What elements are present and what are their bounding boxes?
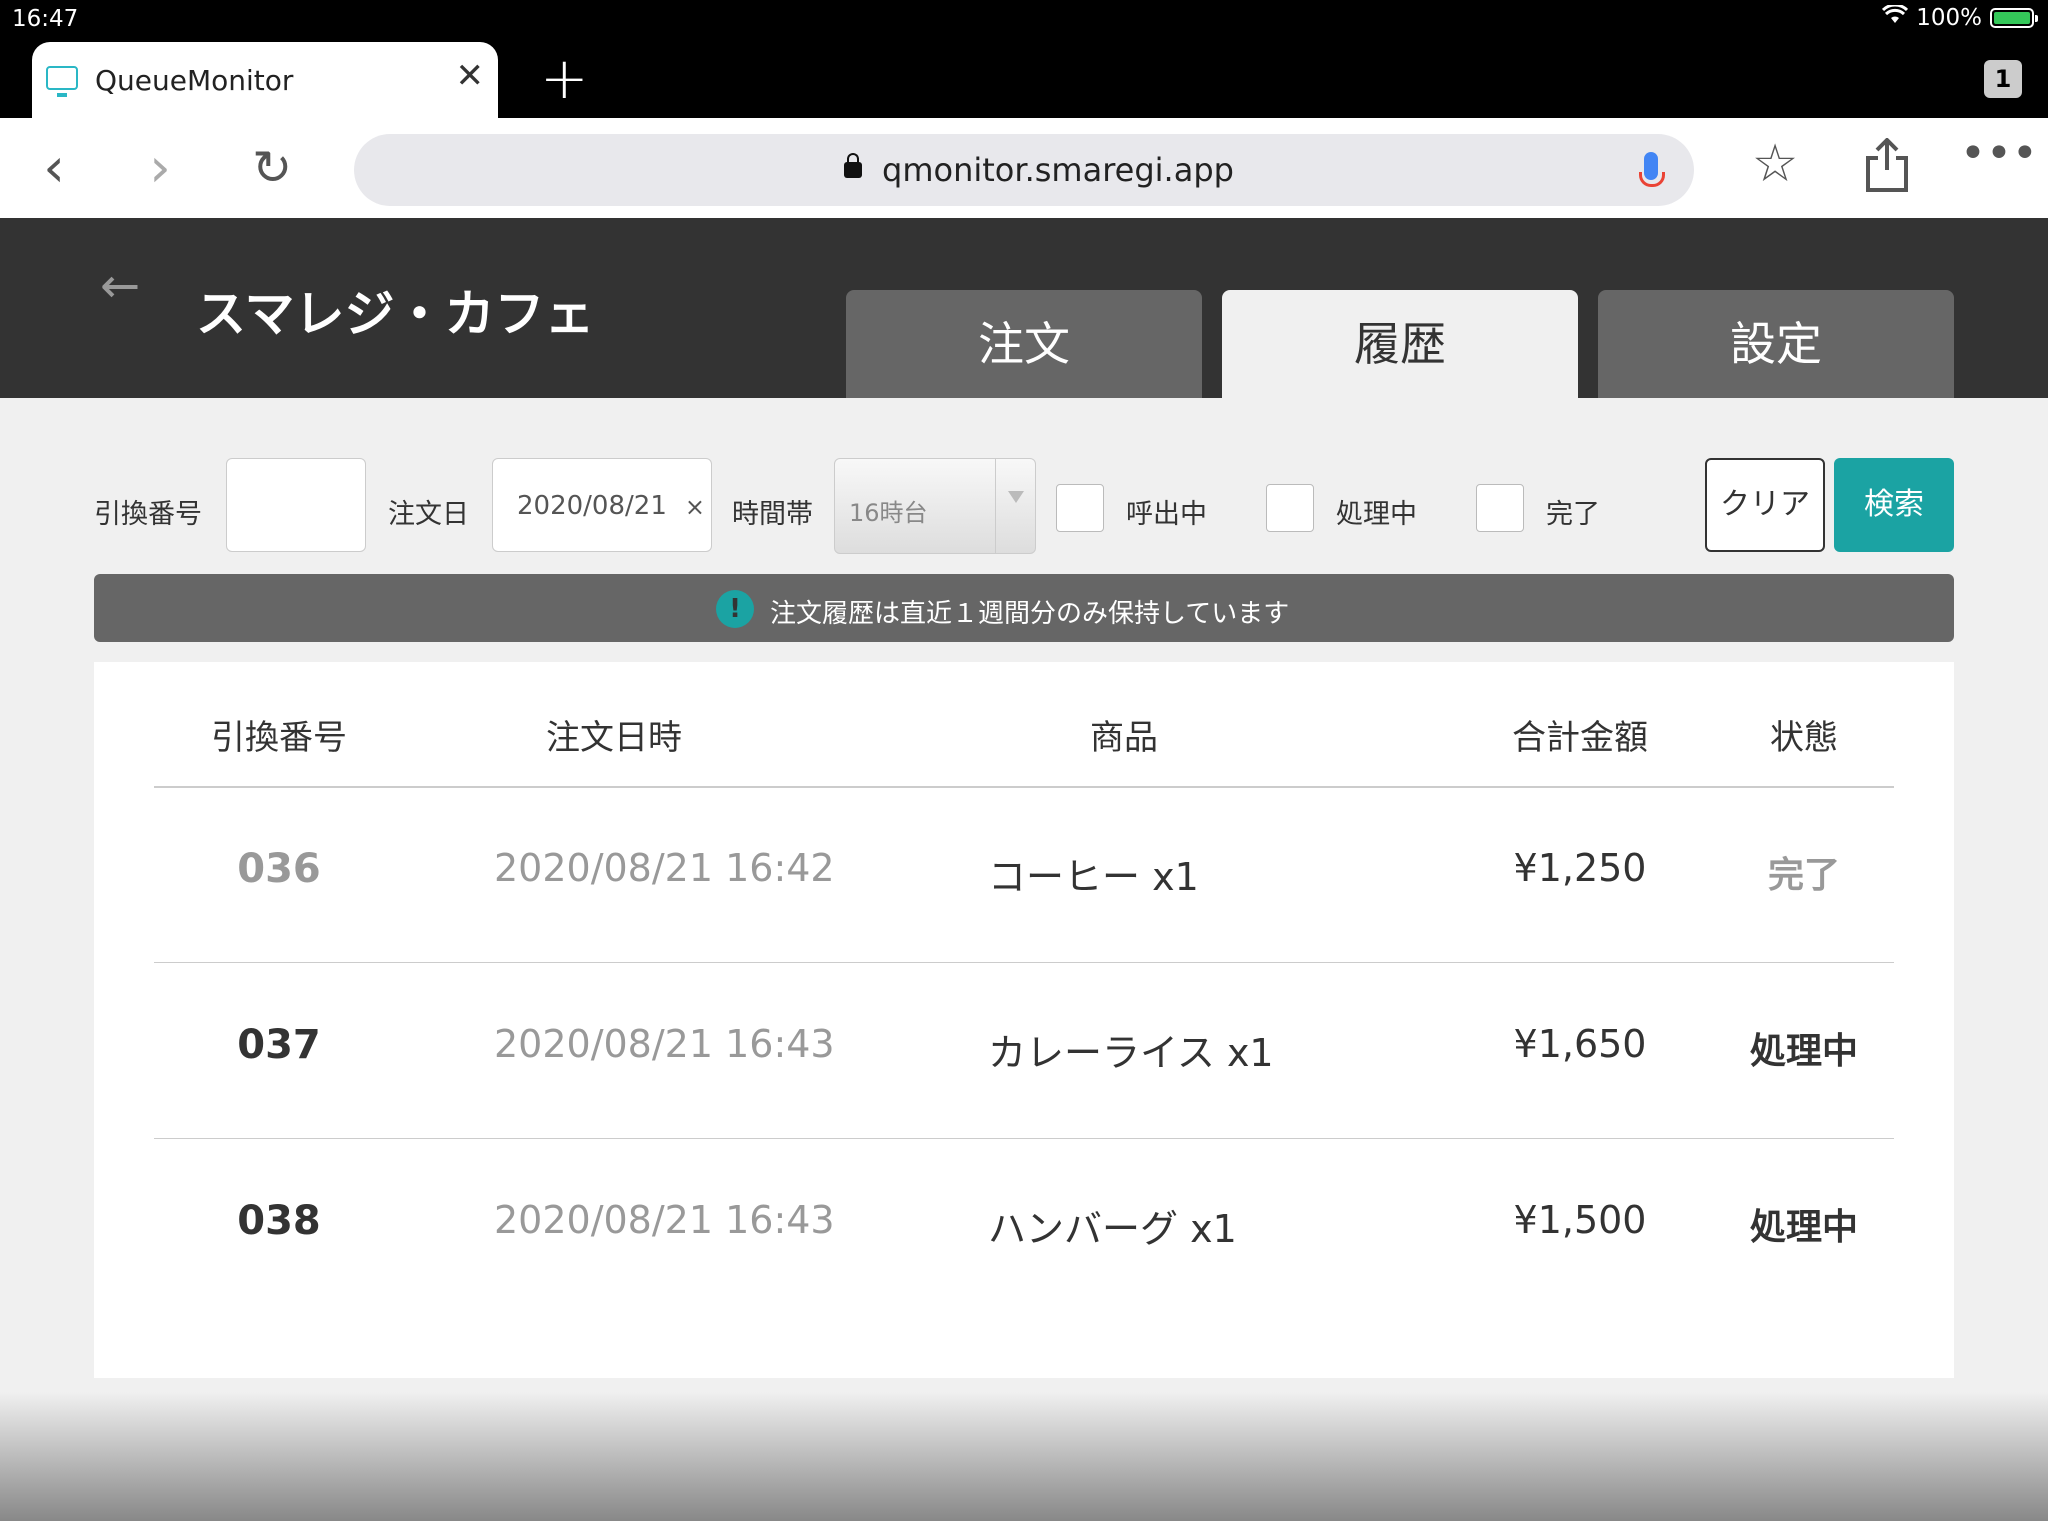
row-status: 完了 bbox=[1767, 855, 1840, 896]
header-total: 合計金額 bbox=[1512, 718, 1648, 758]
retention-notice: ! 注文履歴は直近１週間分のみ保持しています bbox=[94, 574, 1954, 642]
time-slot-label: 時間帯 bbox=[732, 499, 813, 530]
exchange-number-input[interactable] bbox=[226, 458, 366, 552]
microphone-icon[interactable] bbox=[1639, 152, 1665, 187]
order-date-input[interactable]: 2020/08/21 × bbox=[492, 458, 712, 552]
order-date-label: 注文日 bbox=[388, 499, 469, 530]
tab-title: QueueMonitor bbox=[95, 64, 294, 97]
share-icon[interactable] bbox=[1852, 137, 1922, 205]
tab-settings[interactable]: 設定 bbox=[1598, 290, 1954, 398]
browser-tab[interactable]: QueueMonitor ✕ bbox=[32, 42, 498, 118]
completed-checkbox[interactable] bbox=[1476, 484, 1524, 532]
row-total: ¥1,250 bbox=[1513, 846, 1647, 890]
tab-history[interactable]: 履歴 bbox=[1222, 290, 1578, 398]
monitor-icon bbox=[46, 66, 78, 97]
notice-message: 注文履歴は直近１週間分のみ保持しています bbox=[770, 599, 1290, 629]
time-slot-select[interactable]: 16時台 bbox=[834, 458, 1036, 554]
clear-date-icon[interactable]: × bbox=[685, 493, 705, 521]
header-exchange-number: 引換番号 bbox=[211, 718, 347, 758]
forward-icon[interactable]: › bbox=[130, 136, 190, 199]
header-status: 状態 bbox=[1770, 718, 1838, 758]
table-row[interactable]: 037 2020/08/21 16:43 カレーライス x1 ¥1,650 処理… bbox=[154, 962, 1894, 1139]
header-order-datetime: 注文日時 bbox=[546, 718, 682, 758]
status-time: 16:47 bbox=[12, 6, 79, 32]
row-item: ハンバーグ x1 bbox=[988, 1207, 1237, 1251]
processing-label: 処理中 bbox=[1336, 499, 1417, 530]
calling-label: 呼出中 bbox=[1126, 499, 1207, 530]
tab-orders[interactable]: 注文 bbox=[846, 290, 1202, 398]
row-exchange-number: 037 bbox=[237, 1022, 321, 1068]
more-menu-icon[interactable]: ••• bbox=[1960, 128, 2038, 179]
new-tab-icon[interactable]: + bbox=[540, 44, 589, 112]
app-header: ← スマレジ・カフェ 注文 履歴 設定 bbox=[0, 218, 2048, 398]
table-row[interactable]: 038 2020/08/21 16:43 ハンバーグ x1 ¥1,500 処理中 bbox=[154, 1138, 1894, 1314]
browser-toolbar: ‹ › ↻ qmonitor.smaregi.app ☆ ••• bbox=[0, 118, 2048, 219]
row-total: ¥1,650 bbox=[1513, 1022, 1647, 1066]
reload-icon[interactable]: ↻ bbox=[242, 140, 302, 196]
header-item: 商品 bbox=[1090, 718, 1158, 758]
shop-name: スマレジ・カフェ bbox=[196, 285, 595, 343]
row-exchange-number: 038 bbox=[237, 1198, 321, 1244]
back-arrow-icon[interactable]: ← bbox=[100, 258, 140, 314]
browser-tab-strip: QueueMonitor ✕ + 1 bbox=[0, 42, 2048, 118]
lock-icon bbox=[844, 153, 862, 178]
row-total: ¥1,500 bbox=[1513, 1198, 1647, 1242]
filter-bar: 引換番号 注文日 2020/08/21 × 時間帯 16時台 呼出中 処理中 完… bbox=[94, 458, 1954, 554]
battery-icon bbox=[1990, 8, 2038, 28]
row-order-datetime: 2020/08/21 16:43 bbox=[494, 1198, 835, 1242]
battery-percent: 100% bbox=[1916, 5, 1982, 31]
back-icon[interactable]: ‹ bbox=[24, 136, 84, 199]
search-button[interactable]: 検索 bbox=[1834, 458, 1954, 552]
table-header: 引換番号 注文日時 商品 合計金額 状態 bbox=[154, 662, 1894, 788]
url-text: qmonitor.smaregi.app bbox=[882, 151, 1234, 189]
calling-checkbox[interactable] bbox=[1056, 484, 1104, 532]
row-exchange-number: 036 bbox=[237, 846, 321, 892]
history-table: 引換番号 注文日時 商品 合計金額 状態 036 2020/08/21 16:4… bbox=[94, 662, 1954, 1378]
row-status: 処理中 bbox=[1749, 1031, 1858, 1072]
status-right: 100% bbox=[1882, 3, 2038, 31]
close-tab-icon[interactable]: ✕ bbox=[456, 56, 485, 96]
row-item: カレーライス x1 bbox=[988, 1031, 1274, 1075]
processing-checkbox[interactable] bbox=[1266, 484, 1314, 532]
wifi-icon bbox=[1882, 3, 1909, 31]
bookmark-star-icon[interactable]: ☆ bbox=[1740, 134, 1810, 194]
row-order-datetime: 2020/08/21 16:42 bbox=[494, 846, 835, 890]
address-bar[interactable]: qmonitor.smaregi.app bbox=[354, 134, 1694, 206]
row-item: コーヒー x1 bbox=[988, 855, 1199, 899]
exchange-number-label: 引換番号 bbox=[94, 499, 202, 530]
info-icon: ! bbox=[716, 590, 754, 628]
bottom-shadow bbox=[0, 1392, 2048, 1521]
status-bar: 16:47 100% bbox=[0, 0, 2048, 42]
row-status: 処理中 bbox=[1749, 1207, 1858, 1248]
time-slot-value: 16時台 bbox=[849, 499, 928, 527]
order-date-value: 2020/08/21 bbox=[517, 491, 667, 521]
completed-label: 完了 bbox=[1546, 499, 1600, 530]
clear-button[interactable]: クリア bbox=[1705, 458, 1825, 552]
chevron-down-icon bbox=[995, 459, 1035, 553]
row-order-datetime: 2020/08/21 16:43 bbox=[494, 1022, 835, 1066]
tab-count-badge[interactable]: 1 bbox=[1984, 60, 2022, 98]
table-row[interactable]: 036 2020/08/21 16:42 コーヒー x1 ¥1,250 完了 bbox=[154, 786, 1894, 963]
